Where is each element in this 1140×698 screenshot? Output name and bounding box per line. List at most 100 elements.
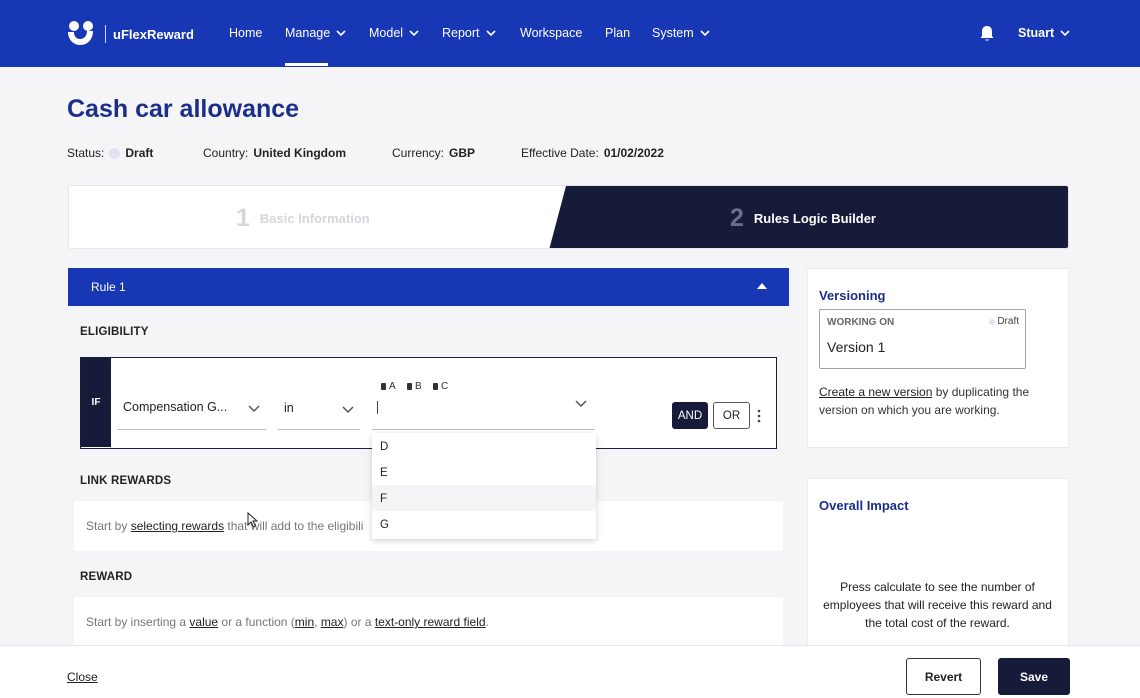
field-select[interactable]: Compensation G... — [117, 400, 266, 430]
currency-label: Currency: — [392, 146, 445, 160]
page-title: Cash car allowance — [67, 95, 300, 123]
overall-impact-text: Press calculate to see the number of emp… — [823, 580, 1052, 630]
active-step-background — [549, 186, 1068, 248]
chip-label: A — [389, 381, 396, 392]
chip-remove-icon[interactable] — [407, 383, 412, 390]
overall-impact-title: Overall Impact — [819, 498, 909, 513]
values-multiselect[interactable] — [372, 396, 595, 430]
nav-workspace-label: Workspace — [520, 26, 583, 40]
values-dropdown-menu: D E F G — [372, 433, 596, 539]
step-basic-information[interactable]: 1 Basic Information — [236, 204, 370, 233]
text-cursor — [377, 401, 378, 414]
version-status-label: Draft — [997, 316, 1019, 327]
country-label: Country: — [203, 146, 249, 160]
rule-title: Rule 1 — [91, 280, 126, 294]
footer-bar: Close Revert Save — [0, 645, 1140, 698]
nav-home-label: Home — [229, 26, 263, 40]
chevron-down-icon — [342, 406, 354, 414]
nav-model-label: Model — [369, 26, 404, 40]
versioning-title: Versioning — [819, 288, 886, 303]
chevron-down-icon — [248, 405, 260, 413]
operator-select-value: in — [284, 401, 294, 415]
create-version-text: Create a new version by duplicating the … — [819, 383, 1059, 419]
value-chip[interactable]: C — [433, 381, 448, 392]
chevron-down-icon — [485, 29, 496, 36]
caret-up-icon[interactable] — [757, 282, 767, 290]
status-meta: Status: Draft — [67, 146, 153, 160]
nav-plan-label: Plan — [605, 26, 631, 40]
selecting-rewards-link[interactable]: selecting rewards — [131, 519, 224, 533]
step-number: 2 — [730, 204, 744, 232]
logo-icon[interactable] — [66, 20, 94, 46]
status-dot-icon — [989, 318, 996, 325]
reward-heading: REWARD — [80, 571, 133, 583]
nav-model[interactable]: Model — [369, 26, 419, 40]
brand-name[interactable]: uFlexReward — [113, 27, 194, 42]
hint-text: Start by inserting a — [86, 615, 190, 629]
step-rules-logic-builder[interactable]: 2 Rules Logic Builder — [730, 204, 876, 233]
active-nav-indicator — [285, 63, 328, 66]
reward-hint: Start by inserting a value or a function… — [74, 597, 783, 645]
nav-report[interactable]: Report — [442, 26, 496, 40]
nav-plan[interactable]: Plan — [605, 26, 630, 40]
nav-manage[interactable]: Manage — [285, 26, 346, 40]
current-version-box: WORKING ON Draft Version 1 — [819, 309, 1026, 369]
effective-date-label: Effective Date: — [521, 146, 599, 160]
eligibility-heading: ELIGIBILITY — [80, 326, 149, 338]
text-only-reward-link[interactable]: text-only reward field — [375, 615, 486, 629]
dropdown-option[interactable]: D — [372, 433, 596, 459]
rule-accordion-header[interactable]: Rule 1 — [68, 268, 789, 306]
currency-value: GBP — [449, 146, 476, 160]
operator-select[interactable]: in — [278, 401, 360, 430]
user-menu[interactable]: Stuart — [1018, 26, 1070, 40]
value-link[interactable]: value — [189, 615, 218, 629]
value-chip[interactable]: B — [407, 381, 422, 392]
hint-text: , — [314, 615, 321, 629]
dropdown-option[interactable]: G — [372, 511, 596, 537]
chevron-down-icon — [409, 29, 419, 36]
dropdown-option[interactable]: F — [372, 485, 596, 511]
revert-button[interactable]: Revert — [906, 658, 981, 695]
more-options-icon[interactable] — [757, 409, 761, 423]
nav-manage-label: Manage — [285, 26, 331, 40]
max-link[interactable]: max — [321, 615, 344, 629]
min-link[interactable]: min — [295, 615, 314, 629]
hint-text: ) or a — [343, 615, 375, 629]
step-number: 1 — [236, 204, 250, 232]
chip-label: B — [415, 381, 422, 392]
nav-workspace[interactable]: Workspace — [520, 26, 582, 40]
chip-remove-icon[interactable] — [381, 383, 386, 390]
nav-system-label: System — [652, 26, 694, 40]
hint-text: Start by — [86, 519, 131, 533]
field-select-value: Compensation G... — [123, 400, 228, 414]
nav-report-label: Report — [442, 26, 480, 40]
link-rewards-heading: LINK REWARDS — [80, 475, 172, 487]
value-chip[interactable]: A — [381, 381, 396, 392]
version-status: Draft — [989, 316, 1019, 327]
save-button[interactable]: Save — [998, 658, 1070, 695]
and-button[interactable]: AND — [672, 402, 708, 429]
nav-system[interactable]: System — [652, 26, 710, 40]
step-label: Basic Information — [259, 211, 370, 226]
status-label: Status: — [67, 146, 105, 160]
effective-date-meta: Effective Date: 01/02/2022 — [521, 146, 664, 160]
status-dot-icon — [109, 147, 121, 159]
logo-divider — [105, 25, 106, 43]
wizard-stepper: 1 Basic Information 2 Rules Logic Builde… — [68, 185, 1069, 249]
chevron-down-icon — [700, 29, 710, 36]
country-meta: Country: United Kingdom — [203, 146, 346, 160]
or-button[interactable]: OR — [713, 402, 750, 429]
chip-remove-icon[interactable] — [433, 383, 438, 390]
user-name: Stuart — [1018, 26, 1055, 40]
chevron-down-icon — [336, 29, 346, 36]
create-new-version-link[interactable]: Create a new version — [819, 385, 932, 399]
chip-label: C — [441, 381, 449, 392]
nav-home[interactable]: Home — [229, 26, 262, 40]
if-tag: IF — [81, 358, 111, 447]
chevron-down-icon — [575, 400, 587, 408]
close-link[interactable]: Close — [67, 670, 98, 684]
country-value: United Kingdom — [253, 146, 347, 160]
dropdown-option[interactable]: E — [372, 459, 596, 485]
bell-icon[interactable] — [979, 25, 995, 42]
top-nav-bar: uFlexReward Home Manage Model Report Wor… — [0, 0, 1140, 67]
